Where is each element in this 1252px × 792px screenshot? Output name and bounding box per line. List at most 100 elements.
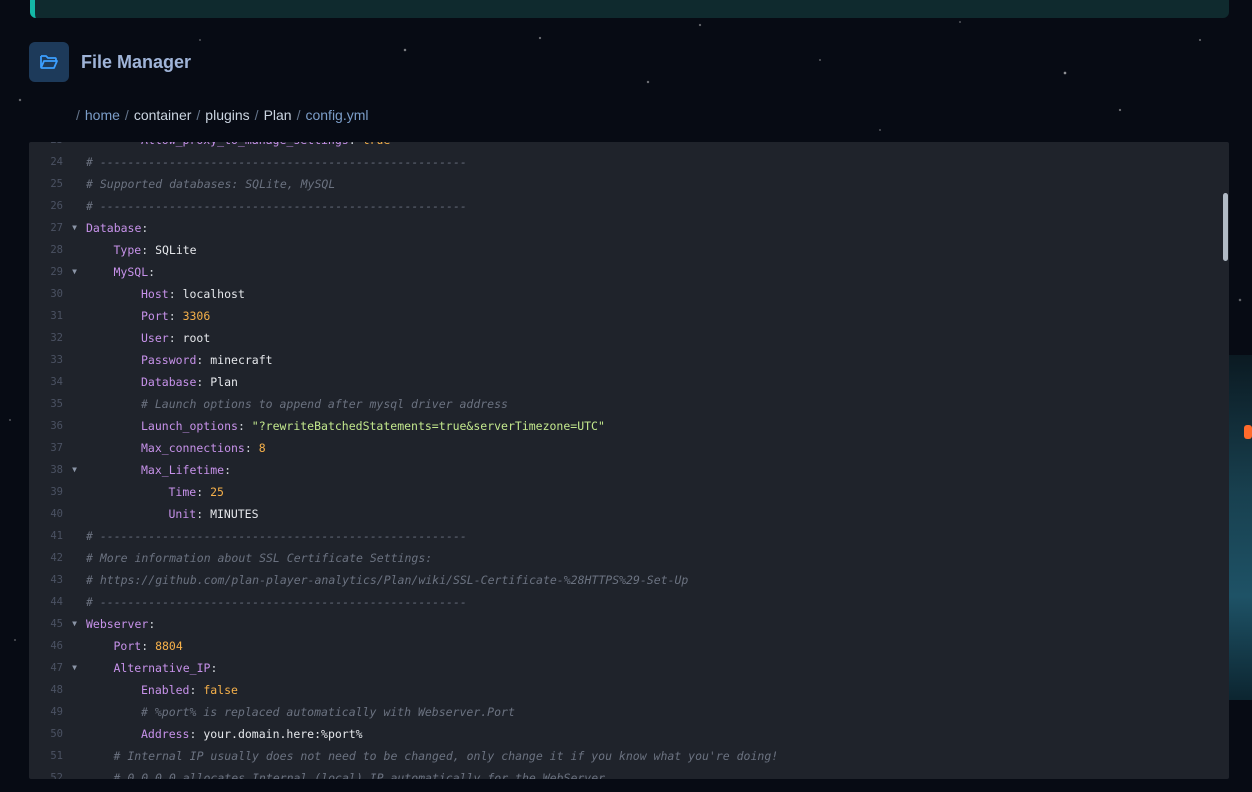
code-text: Max_Lifetime: bbox=[86, 459, 231, 481]
line-number: 25 bbox=[50, 178, 63, 190]
code-text: Max_connections: 8 bbox=[86, 437, 266, 459]
code-line[interactable]: 23 Allow_proxy_to_manage_settings: true bbox=[29, 142, 1229, 151]
code-line[interactable]: 44 # ------------------------------------… bbox=[29, 591, 1229, 613]
line-number: 52 bbox=[50, 772, 63, 779]
code-line[interactable]: 38 ▼ Max_Lifetime: bbox=[29, 459, 1229, 481]
page-header: File Manager bbox=[29, 42, 191, 82]
code-token: Time bbox=[168, 485, 197, 499]
code-line[interactable]: 31 Port: 3306 bbox=[29, 305, 1229, 327]
code-token: Unit bbox=[168, 507, 197, 521]
scrollbar-thumb[interactable] bbox=[1223, 193, 1228, 261]
code-token: # %port% is replaced automatically with … bbox=[141, 705, 515, 719]
code-text: Time: 25 bbox=[86, 481, 224, 503]
code-line[interactable]: 30 Host: localhost bbox=[29, 283, 1229, 305]
code-token: Database bbox=[86, 221, 142, 235]
code-line[interactable]: 33 Password: minecraft bbox=[29, 349, 1229, 371]
code-line[interactable]: 24 # ------------------------------------… bbox=[29, 151, 1229, 173]
code-line[interactable]: 34 Database: Plan bbox=[29, 371, 1229, 393]
line-number: 31 bbox=[50, 310, 63, 322]
page-title: File Manager bbox=[81, 51, 192, 72]
fold-toggle-icon[interactable]: ▼ bbox=[63, 613, 86, 635]
code-token: # --------------------------------------… bbox=[86, 199, 467, 213]
fold-toggle-icon[interactable]: ▼ bbox=[63, 261, 86, 283]
line-number: 32 bbox=[50, 332, 63, 344]
code-token: 25 bbox=[210, 485, 224, 499]
code-line[interactable]: 26 # ------------------------------------… bbox=[29, 195, 1229, 217]
code-editor[interactable]: 23Allow_proxy_to_manage_settings: true24… bbox=[29, 142, 1229, 779]
code-text: Database: bbox=[86, 217, 148, 239]
fold-toggle-icon[interactable]: ▼ bbox=[63, 217, 86, 239]
code-line[interactable]: 37 Max_connections: 8 bbox=[29, 437, 1229, 459]
code-line[interactable]: 35 # Launch options to append after mysql… bbox=[29, 393, 1229, 415]
code-line[interactable]: 51 # Internal IP usually does not need to… bbox=[29, 745, 1229, 767]
code-token: Address bbox=[141, 727, 190, 741]
code-token: Password bbox=[141, 353, 197, 367]
breadcrumb-item[interactable]: container bbox=[134, 107, 192, 123]
code-text: # 0.0.0.0 allocates Internal (local) IP … bbox=[86, 767, 613, 779]
code-line[interactable]: 46 Port: 8804 bbox=[29, 635, 1229, 657]
code-line[interactable]: 42 # More information about SSL Certifica… bbox=[29, 547, 1229, 569]
code-line[interactable]: 45 ▼ Webserver: bbox=[29, 613, 1229, 635]
code-line[interactable]: 52 # 0.0.0.0 allocates Internal (local) I… bbox=[29, 767, 1229, 779]
code-token: Allow_proxy_to_manage_settings bbox=[141, 142, 349, 147]
background-artwork bbox=[1229, 355, 1252, 700]
code-token: "?rewriteBatchedStatements=true&serverTi… bbox=[251, 419, 605, 433]
code-token: MINUTES bbox=[210, 507, 259, 521]
code-line[interactable]: 28 Type: SQLite bbox=[29, 239, 1229, 261]
code-text: # Internal IP usually does not need to b… bbox=[86, 745, 779, 767]
code-line[interactable]: 36 Launch_options: "?rewriteBatchedStatem… bbox=[29, 415, 1229, 437]
code-token: Port bbox=[141, 309, 169, 323]
code-token: # Internal IP usually does not need to b… bbox=[113, 749, 779, 763]
code-token: : bbox=[196, 375, 211, 389]
breadcrumb-item[interactable]: home bbox=[85, 107, 120, 123]
code-token: : bbox=[168, 287, 183, 301]
code-line[interactable]: 41 # ------------------------------------… bbox=[29, 525, 1229, 547]
line-number: 44 bbox=[50, 596, 63, 608]
code-line[interactable]: 48 Enabled: false bbox=[29, 679, 1229, 701]
code-token: 8 bbox=[258, 441, 266, 455]
breadcrumb-separator: / bbox=[254, 107, 259, 123]
code-text: MySQL: bbox=[86, 261, 156, 283]
code-token: Port bbox=[113, 639, 142, 653]
code-line[interactable]: 40 Unit: MINUTES bbox=[29, 503, 1229, 525]
code-token: # More information about SSL Certificate… bbox=[86, 551, 433, 565]
line-number: 33 bbox=[50, 354, 63, 366]
code-line[interactable]: 50 Address: your.domain.here:%port% bbox=[29, 723, 1229, 745]
code-text: Webserver: bbox=[86, 613, 155, 635]
code-line[interactable]: 49 # %port% is replaced automatically wit… bbox=[29, 701, 1229, 723]
code-area[interactable]: 23Allow_proxy_to_manage_settings: true24… bbox=[29, 142, 1229, 779]
code-token: Plan bbox=[210, 375, 238, 389]
code-token: Alternative_IP bbox=[113, 661, 211, 675]
code-text: Type: SQLite bbox=[86, 239, 197, 261]
code-line[interactable]: 25 # Supported databases: SQLite, MySQL bbox=[29, 173, 1229, 195]
code-token: Max_Lifetime bbox=[141, 463, 225, 477]
code-text: Enabled: false bbox=[86, 679, 238, 701]
code-line[interactable]: 32 User: root bbox=[29, 327, 1229, 349]
code-text: Port: 8804 bbox=[86, 635, 183, 657]
code-token: # --------------------------------------… bbox=[86, 155, 467, 169]
code-text: Port: 3306 bbox=[86, 305, 210, 327]
line-number: 30 bbox=[50, 288, 63, 300]
breadcrumb-item[interactable]: plugins bbox=[205, 107, 249, 123]
line-number: 42 bbox=[50, 552, 63, 564]
fold-toggle-icon[interactable]: ▼ bbox=[63, 657, 86, 679]
editor-scrollbar[interactable] bbox=[1221, 142, 1229, 779]
breadcrumb-separator: / bbox=[196, 107, 201, 123]
code-line[interactable]: 29 ▼ MySQL: bbox=[29, 261, 1229, 283]
line-number: 36 bbox=[50, 420, 63, 432]
fold-toggle-icon[interactable]: ▼ bbox=[63, 459, 86, 481]
breadcrumb-item[interactable]: Plan bbox=[264, 107, 292, 123]
code-line[interactable]: 27 ▼ Database: bbox=[29, 217, 1229, 239]
line-number: 46 bbox=[50, 640, 63, 652]
code-text: Unit: MINUTES bbox=[86, 503, 259, 525]
code-line[interactable]: 39 Time: 25 bbox=[29, 481, 1229, 503]
code-token: : bbox=[189, 683, 204, 697]
code-line[interactable]: 47 ▼ Alternative_IP: bbox=[29, 657, 1229, 679]
code-token: : bbox=[349, 142, 363, 147]
code-line[interactable]: 43 # https://github.com/plan-player-analy… bbox=[29, 569, 1229, 591]
code-token: localhost bbox=[182, 287, 245, 301]
line-number: 51 bbox=[50, 750, 63, 762]
breadcrumb-item[interactable]: config.yml bbox=[305, 107, 368, 123]
code-text: Alternative_IP: bbox=[86, 657, 218, 679]
code-token: 8804 bbox=[155, 639, 183, 653]
